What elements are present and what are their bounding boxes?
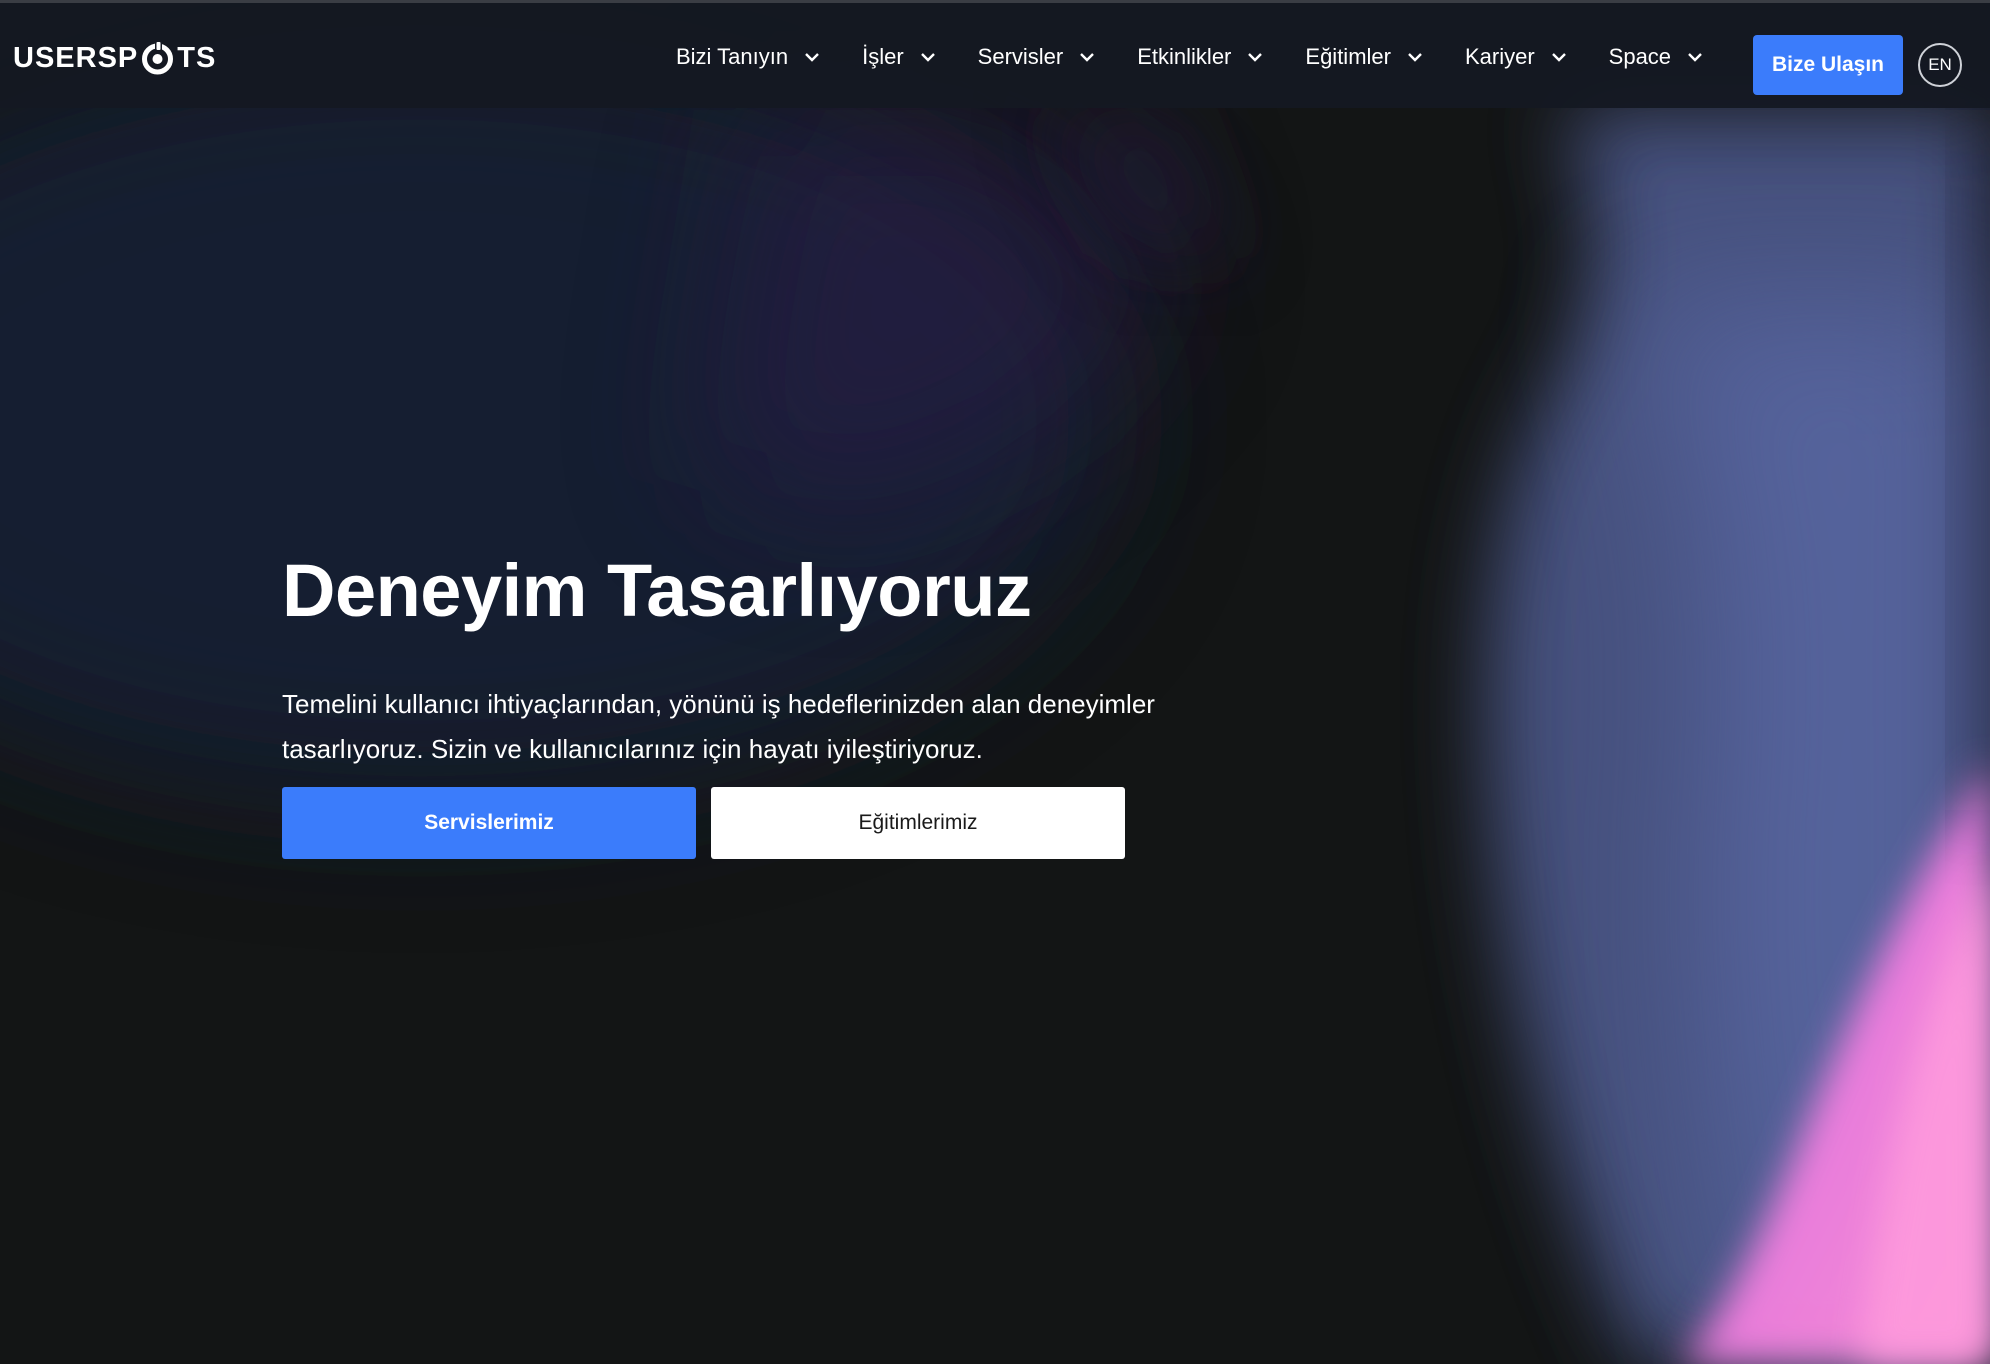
main-nav: Bizi Tanıyın İşler Servisler Etkinlikler… — [676, 3, 1703, 111]
nav-item-label: Kariyer — [1464, 44, 1535, 69]
power-ring-icon — [140, 41, 175, 76]
language-switch-button[interactable]: EN — [1918, 43, 1962, 87]
brand-logo[interactable]: USERSP TS — [13, 41, 216, 76]
language-label: EN — [1928, 55, 1952, 74]
site-header: USERSP TS Bizi Tanıyın İşler Servisler E… — [0, 0, 1990, 108]
nav-item-kariyer[interactable]: Kariyer — [1465, 3, 1567, 111]
nav-item-label: Bizi Tanıyın — [676, 44, 789, 69]
hero-title: Deneyim Tasarlıyoruz — [282, 549, 1032, 632]
nav-item-label: Etkinlikler — [1137, 44, 1232, 69]
chevron-down-icon — [1688, 53, 1702, 62]
page: USERSP TS Bizi Tanıyın İşler Servisler E… — [0, 0, 1990, 1364]
chevron-down-icon — [1408, 53, 1422, 62]
nav-item-label: Eğitimler — [1305, 44, 1391, 69]
services-button[interactable]: Servislerimiz — [282, 787, 696, 859]
logo-text-start: USERSP — [13, 42, 139, 74]
chevron-down-icon — [920, 53, 935, 62]
nav-item-isler[interactable]: İşler — [862, 3, 936, 111]
nav-item-etkinlikler[interactable]: Etkinlikler — [1137, 3, 1263, 111]
trainings-button[interactable]: Eğitimlerimiz — [711, 787, 1125, 859]
hero-description: Temelini kullanıcı ihtiyaçlarından, yönü… — [282, 689, 1155, 764]
nav-item-egitimler[interactable]: Eğitimler — [1305, 3, 1423, 111]
nav-item-label: Servisler — [977, 44, 1064, 69]
chevron-down-icon — [805, 53, 819, 62]
chevron-down-icon — [1248, 53, 1263, 62]
logo-text-end: TS — [177, 42, 217, 74]
nav-item-servisler[interactable]: Servisler — [978, 3, 1096, 111]
chevron-down-icon — [1080, 53, 1095, 62]
chevron-down-icon — [1551, 53, 1566, 62]
nav-item-bizi-taniyin[interactable]: Bizi Tanıyın — [676, 3, 820, 111]
nav-item-space[interactable]: Space — [1609, 3, 1703, 111]
nav-item-label: Space — [1608, 44, 1672, 69]
contact-button[interactable]: Bize Ulaşın — [1753, 35, 1903, 95]
nav-item-label: İşler — [862, 44, 904, 69]
